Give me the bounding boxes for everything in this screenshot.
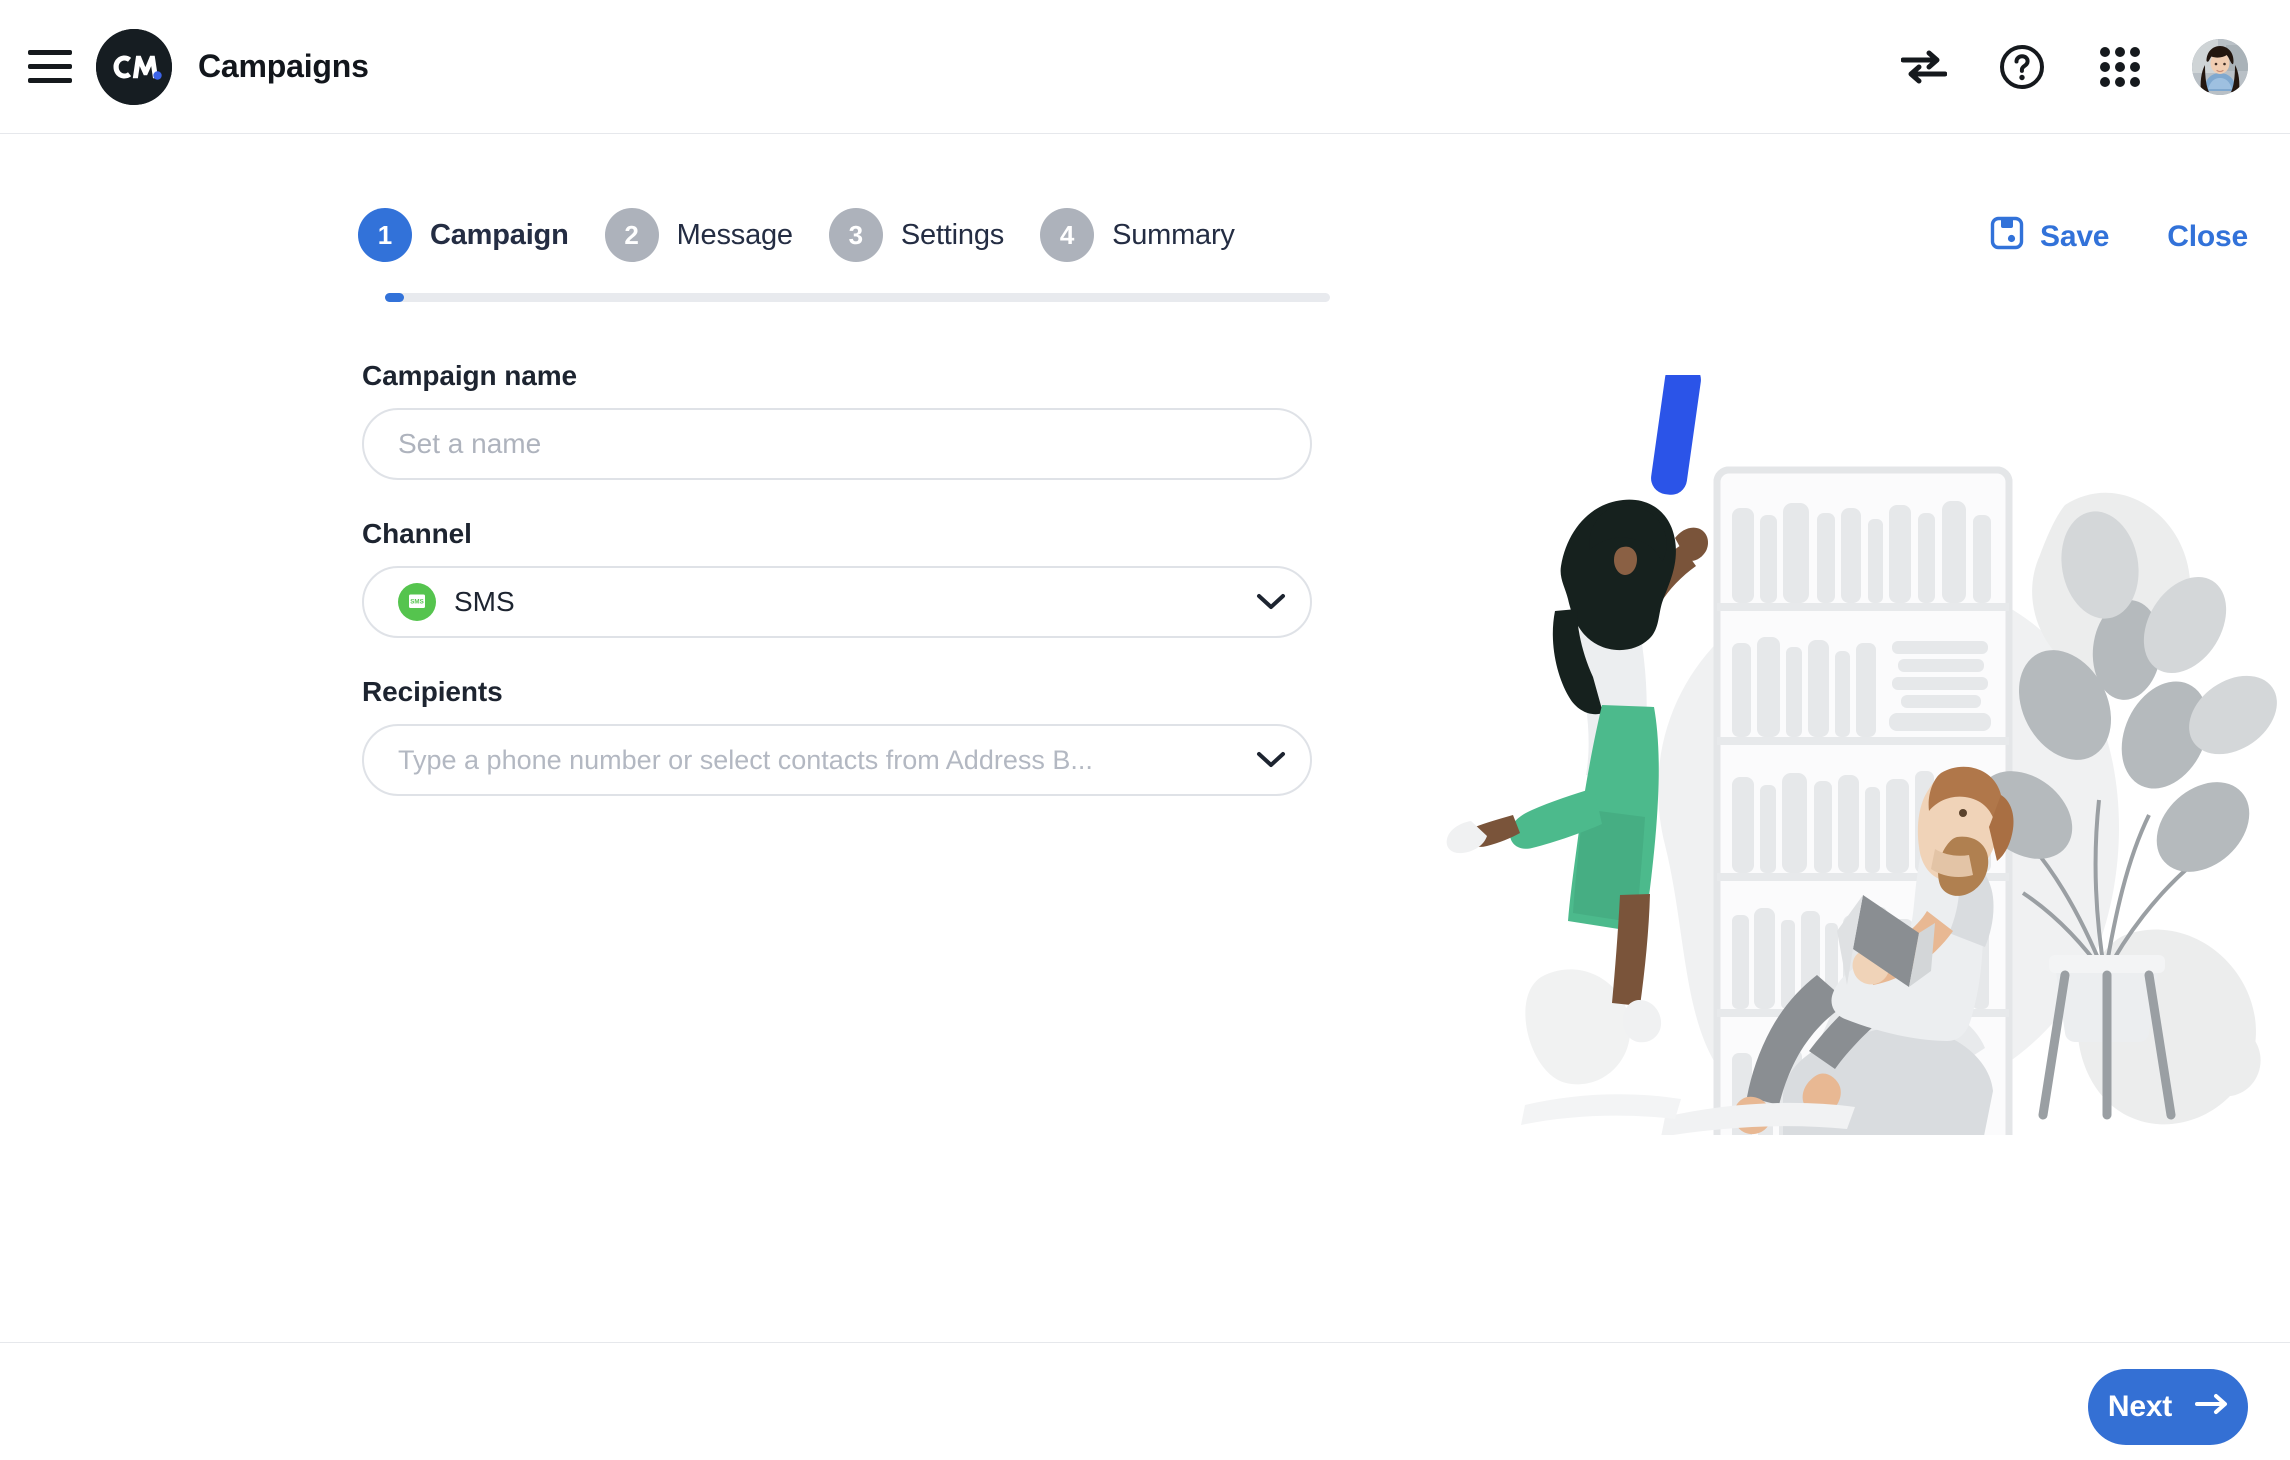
campaign-name-label: Campaign name	[362, 360, 577, 391]
wizard-step-summary[interactable]: 4 Summary	[1040, 208, 1235, 262]
channel-select[interactable]: SMS SMS	[362, 566, 1312, 638]
chevron-down-icon[interactable]	[1256, 593, 1286, 611]
wizard-step-settings[interactable]: 3 Settings	[828, 208, 1005, 262]
switch-arrows-icon[interactable]	[1898, 41, 1950, 93]
step-label: Message	[676, 218, 793, 251]
campaign-wizard-page: Campaigns 1 Campaign 2 Message 3 Setting…	[0, 0, 2290, 1460]
recipients-label: Recipients	[362, 676, 503, 707]
step-label: Settings	[900, 218, 1005, 251]
recipients-input[interactable]: Type a phone number or select contacts f…	[362, 724, 1312, 796]
step-label: Campaign	[430, 218, 569, 251]
user-avatar[interactable]	[2192, 38, 2248, 95]
channel-label: Channel	[362, 518, 472, 549]
close-button[interactable]: Close	[2167, 220, 2248, 254]
help-question-icon[interactable]	[1996, 41, 2048, 93]
arrow-right-icon	[2194, 1390, 2228, 1424]
wizard-toolbar: Save Close	[1990, 216, 2248, 258]
wizard-steps: 1 Campaign 2 Message 3 Settings 4 Summar…	[358, 208, 1333, 262]
wizard-progress-bar	[385, 293, 1330, 302]
cm-logo-icon[interactable]	[96, 28, 172, 105]
wizard-stepper: 1 Campaign 2 Message 3 Settings 4 Summar…	[358, 208, 1333, 308]
chevron-down-icon[interactable]	[1256, 751, 1286, 769]
campaign-form: Campaign name Set a name Channel SMS SMS	[362, 360, 1312, 834]
recipients-placeholder: Type a phone number or select contacts f…	[398, 744, 1093, 775]
wizard-step-message[interactable]: 2 Message	[604, 208, 793, 262]
step-number-badge: 3	[828, 208, 883, 262]
next-button-label: Next	[2107, 1390, 2173, 1423]
hamburger-bar	[28, 78, 72, 83]
save-button[interactable]: Save	[1990, 216, 2109, 258]
campaign-name-input[interactable]: Set a name	[362, 408, 1312, 480]
hamburger-menu-icon[interactable]	[28, 44, 74, 90]
floppy-disk-save-icon	[1990, 216, 2024, 258]
save-button-label: Save	[2040, 220, 2110, 253]
header-actions	[1898, 38, 2248, 95]
channel-field-group: Channel SMS SMS	[362, 518, 1312, 638]
step-number-badge: 4	[1040, 208, 1095, 262]
hamburger-bar	[28, 50, 72, 55]
step-number-badge: 1	[358, 208, 412, 262]
apps-grid-icon[interactable]	[2094, 41, 2146, 93]
close-button-label: Close	[2167, 220, 2248, 253]
next-button[interactable]: Next	[2088, 1369, 2248, 1445]
hamburger-bar	[28, 64, 72, 69]
step-number-badge: 2	[604, 208, 659, 262]
sms-channel-icon: SMS	[398, 583, 436, 621]
bookshelf-people-illustration	[1365, 363, 2290, 1174]
wizard-footer	[0, 1342, 2290, 1460]
campaign-name-placeholder: Set a name	[398, 428, 542, 459]
recipients-field-group: Recipients Type a phone number or select…	[362, 676, 1312, 796]
step-label: Summary	[1112, 218, 1235, 251]
app-header: Campaigns	[0, 0, 2290, 134]
channel-selected-value: SMS	[454, 586, 515, 617]
wizard-step-campaign[interactable]: 1 Campaign	[358, 208, 569, 262]
wizard-progress-fill	[385, 293, 404, 302]
svg-text:SMS: SMS	[410, 599, 423, 606]
page-title: Campaigns	[198, 48, 369, 84]
campaign-name-field-group: Campaign name Set a name	[362, 360, 1312, 480]
